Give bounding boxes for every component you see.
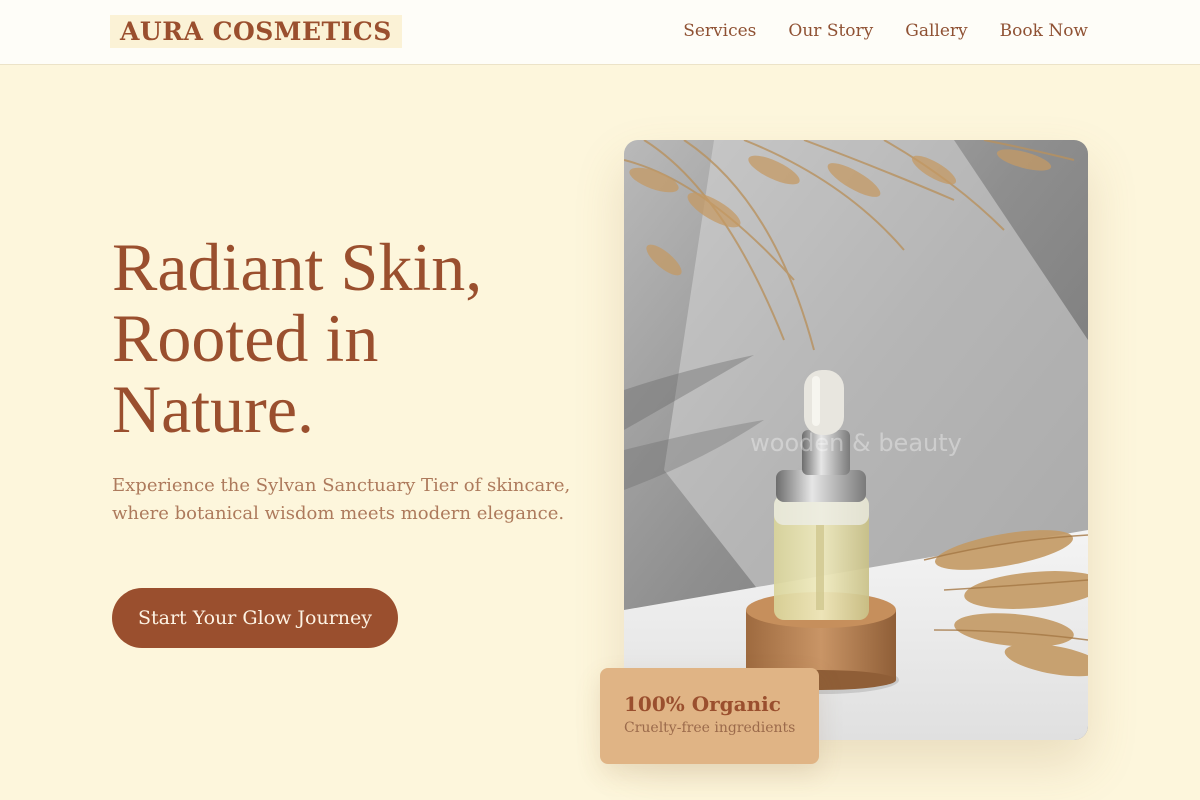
nav-link-our-story[interactable]: Our Story: [788, 19, 873, 43]
nav-link-gallery[interactable]: Gallery: [905, 19, 967, 43]
hero-title: Radiant Skin, Rooted in Nature.: [112, 232, 572, 445]
nav-links: Services Our Story Gallery Book Now: [683, 19, 1088, 43]
nav-link-services[interactable]: Services: [683, 19, 756, 43]
organic-badge: 100% Organic Cruelty-free ingredients: [600, 668, 819, 764]
top-nav: AURA COSMETICS Services Our Story Galler…: [0, 0, 1200, 65]
hero-product-image: wooden & beauty: [624, 140, 1088, 740]
hero-title-line-2: Rooted in: [112, 300, 379, 376]
brand-logo[interactable]: AURA COSMETICS: [110, 15, 402, 48]
hero-subtitle: Experience the Sylvan Sanctuary Tier of …: [112, 475, 571, 524]
start-glow-journey-button[interactable]: Start Your Glow Journey: [112, 588, 398, 648]
nav-link-book-now[interactable]: Book Now: [1000, 19, 1088, 43]
hero-title-line-3: Nature.: [112, 371, 315, 447]
image-watermark: wooden & beauty: [750, 429, 962, 457]
hero-title-line-1: Radiant Skin,: [112, 229, 483, 305]
badge-title: 100% Organic: [624, 692, 781, 716]
badge-subtitle: Cruelty-free ingredients: [624, 720, 796, 736]
